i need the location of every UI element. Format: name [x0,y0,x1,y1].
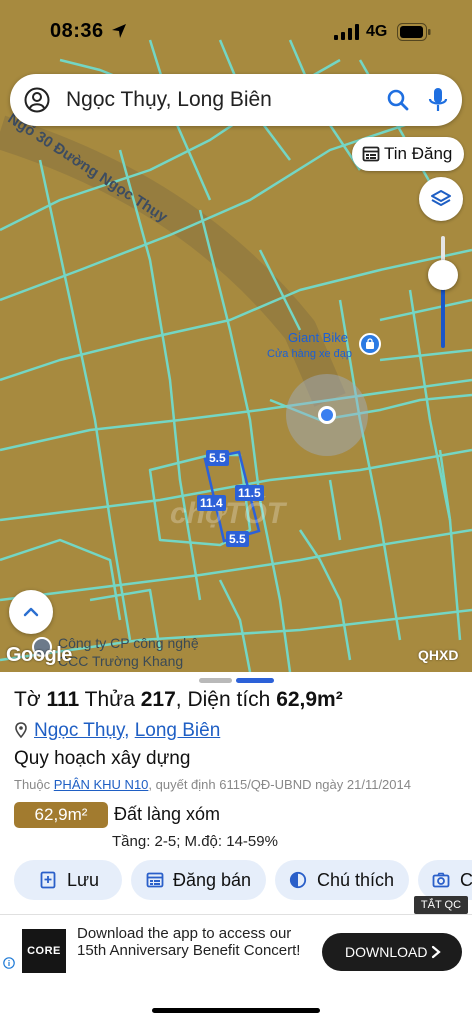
ad-logo: CORE [22,929,66,973]
current-location-dot [318,406,336,424]
tin-dang-label: Tin Đăng [384,144,453,163]
camera-icon [432,872,450,888]
network-type: 4G [366,23,388,40]
poi-subtitle[interactable]: Cửa hàng xe đạp [267,348,352,360]
search-icon[interactable] [386,88,410,112]
sheet-handle-active[interactable] [236,678,274,683]
action-chips: Lưu Đăng bán Chú thích C [14,860,472,900]
plot-dimension-top: 5.5 [206,450,229,466]
legend-button[interactable]: Chú thích [275,860,409,900]
district-link[interactable]: Long Biên [135,720,221,741]
download-button[interactable]: DOWNLOAD [322,933,462,971]
watermark: chợTỐT [170,497,286,530]
location-arrow-icon [112,24,126,38]
battery-icon [397,23,431,41]
bookmark-plus-icon [40,871,56,889]
land-type: Đất làng xóm [114,804,221,824]
expand-up-button[interactable] [9,590,53,634]
google-logo: Google [6,644,72,666]
plan-subtitle: Thuộc PHÂN KHU N10, quyết định 6115/QĐ-U… [14,777,411,792]
status-bar: 08:36 4G [0,0,472,62]
microphone-icon[interactable] [427,86,449,114]
slider-knob[interactable] [428,260,458,290]
plot-dimension-right: 11.5 [235,485,264,501]
parcel-title: Tờ 111 Thửa 217, Diện tích 62,9m² [14,688,343,711]
company-label[interactable]: Công ty CP công nghệ CCC Trường Khang [58,634,199,670]
ward-link[interactable]: Ngọc Thụy [34,720,124,741]
ad-text: Download the app to access our 15th Anni… [77,925,301,959]
location-row: Ngọc Thụy, Long Biên [14,720,220,742]
listing-icon [146,872,164,888]
save-button[interactable]: Lưu [14,860,122,900]
floor-density: Tầng: 2-5; M.độ: 14-59% [112,833,278,850]
area-badge: 62,9m² [14,802,108,828]
opacity-slider[interactable] [428,236,458,352]
layer-code-label: QHXD [418,647,459,663]
signal-bars-icon [334,24,359,40]
status-time: 08:36 [50,20,104,42]
tin-dang-button[interactable]: Tin Đăng [352,137,464,171]
calendar-list-icon [362,146,380,162]
ad-banner[interactable]: CORE Download the app to access our 15th… [0,914,472,986]
home-indicator[interactable] [152,1008,320,1013]
shopping-bag-icon[interactable] [359,333,381,355]
close-ad-button[interactable]: TẮT QC [414,896,468,914]
info-icon[interactable] [3,957,15,969]
account-icon[interactable] [24,87,50,113]
plan-heading: Quy hoạch xây dựng [14,748,191,769]
search-input[interactable]: Ngọc Thụy, Long Biên [66,88,272,112]
search-bar[interactable]: Ngọc Thụy, Long Biên [10,74,462,126]
chevron-right-icon [431,945,441,959]
plan-zone-link[interactable]: PHÂN KHU N10 [54,777,149,792]
poi-name[interactable]: Giant Bike [288,330,348,345]
layers-icon [431,190,451,206]
chevron-up-icon [23,607,39,617]
post-listing-button[interactable]: Đăng bán [131,860,266,900]
plot-dimension-bottom: 5.5 [226,531,249,547]
legend-icon [289,871,307,889]
camera-button[interactable]: C [418,860,472,900]
sheet-handle[interactable] [199,678,232,683]
plot-dimension-left: 11.4 [197,495,226,511]
layers-button[interactable] [419,177,463,221]
map-pin-icon [15,722,27,738]
